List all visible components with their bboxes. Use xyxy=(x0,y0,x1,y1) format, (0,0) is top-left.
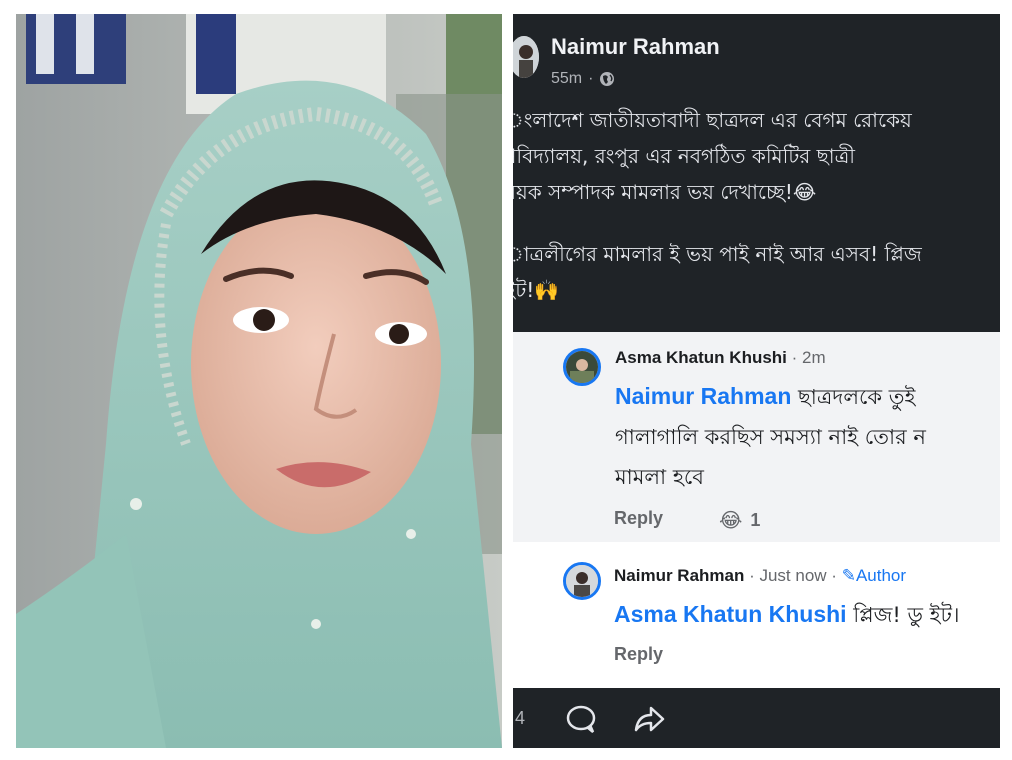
post-paragraph-1: ংলাদেশ জাতীয়তাবাদী ছাত্রদল এর বেগম রোকে… xyxy=(513,102,1000,210)
commenter-avatar[interactable] xyxy=(563,562,601,600)
comment-count: 4 xyxy=(515,708,526,728)
comment-mention[interactable]: Asma Khatun Khushi xyxy=(614,601,847,627)
comment-mention[interactable]: Naimur Rahman xyxy=(615,383,791,409)
post-line: ষয়ক সম্পাদক মামলার ভয় দেখাচ্ছে!😂 xyxy=(513,180,817,204)
comment-asma: Asma Khatun Khushi · 2m Naimur Rahman ছা… xyxy=(513,332,1000,542)
post-line: াত্রলীগের মামলার ই ভয় পাই নাই আর এসব! প… xyxy=(513,242,922,266)
reaction-summary[interactable]: 😂 1 xyxy=(719,508,760,533)
post-line: শ্ববিদ্যালয়, রংপুর এর নবগঠিত কমিটির ছাত… xyxy=(513,144,855,168)
comment-header: Asma Khatun Khushi · 2m xyxy=(615,348,826,368)
comment-time: · Just now · xyxy=(744,566,842,585)
comment-time: · 2m xyxy=(791,348,826,367)
share-icon[interactable] xyxy=(633,704,665,739)
comment-icon[interactable] xyxy=(565,704,597,739)
globe-icon xyxy=(599,71,615,87)
reply-button[interactable]: Reply xyxy=(614,644,663,665)
post-line: ইট!🙌 xyxy=(513,278,560,302)
post-time[interactable]: 55m xyxy=(551,70,582,88)
post-line: ংলাদেশ জাতীয়তাবাদী ছাত্রদল এর বেগম রোকে… xyxy=(513,108,912,132)
post-action-bar: 4 xyxy=(513,688,1000,748)
post-author-name[interactable]: Naimur Rahman xyxy=(551,34,720,60)
reaction-count: 1 xyxy=(750,510,761,530)
comment-naimur: Naimur Rahman · Just now · ✎Author Asma … xyxy=(513,560,1000,688)
commenter-avatar[interactable] xyxy=(563,348,601,386)
comment-author[interactable]: Asma Khatun Khushi xyxy=(615,348,787,367)
comments-section: Asma Khatun Khushi · 2m Naimur Rahman ছা… xyxy=(513,332,1000,688)
pencil-icon: ✎ xyxy=(841,566,856,585)
comment-text: Asma Khatun Khushi প্লিজ! ডু ইট। xyxy=(614,594,960,635)
comment-text-line: ছাত্রদলকে তুই xyxy=(791,385,916,409)
reply-button[interactable]: Reply xyxy=(614,508,663,529)
haha-reaction-icon: 😂 xyxy=(719,510,743,532)
post-meta: 55m · xyxy=(551,70,615,88)
comment-text-line: প্লিজ! ডু ইট। xyxy=(846,603,960,627)
comment-text-line: মামলা হবে xyxy=(615,465,704,489)
post-header: Naimur Rahman 55m · xyxy=(513,14,1000,94)
comment-text-line: গালাগালি করছিস সমস্যা নাই তোর ন xyxy=(615,425,926,449)
post-author-avatar[interactable] xyxy=(513,36,539,78)
comment-author[interactable]: Naimur Rahman xyxy=(614,566,744,585)
comment-text: Naimur Rahman ছাত্রদলকে তুই গালাগালি করছ… xyxy=(615,376,926,497)
facebook-post-screenshot: Naimur Rahman 55m · ংলাদেশ জাতীয়তাবাদী … xyxy=(513,14,1000,748)
post-body: ংলাদেশ জাতীয়তাবাদী ছাত্রদল এর বেগম রোকে… xyxy=(513,102,1000,334)
comment-header: Naimur Rahman · Just now · ✎Author xyxy=(614,566,906,586)
author-badge: ✎Author xyxy=(841,566,907,585)
portrait-photo xyxy=(16,14,502,748)
portrait-image xyxy=(16,14,502,748)
post-paragraph-2: াত্রলীগের মামলার ই ভয় পাই নাই আর এসব! প… xyxy=(513,236,1000,308)
